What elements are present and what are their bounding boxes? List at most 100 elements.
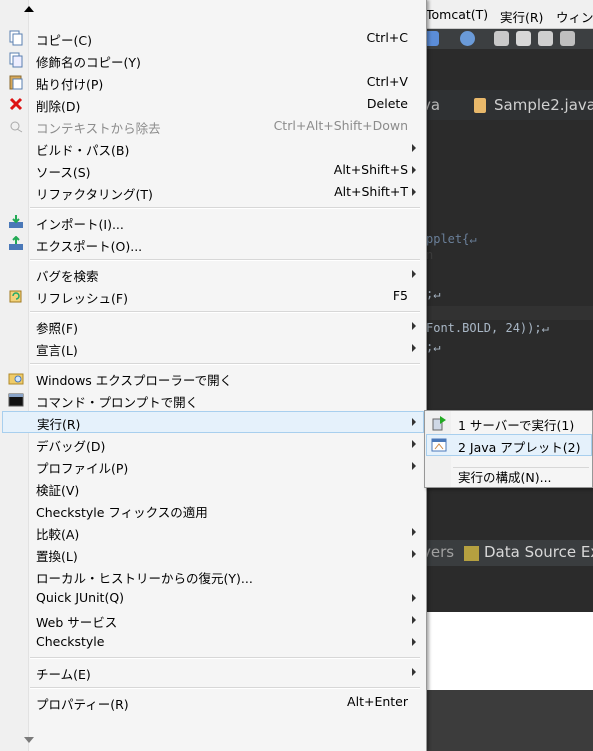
menu-item-remove-from-context[interactable]: コンテキストから除去 Ctrl+Alt+Shift+Down [2,115,424,137]
explorer-icon [8,373,24,385]
menu-item-label: 置換(L) [36,549,78,564]
scroll-down-arrow-icon[interactable] [24,737,34,743]
menu-item-label: 宣言(L) [36,343,78,358]
code-line: ;↵ [426,340,441,354]
current-line-highlight [420,306,593,320]
menu-item-run[interactable]: 実行(R) [2,411,424,433]
editor-tabbar: va Sample2.java [420,90,593,121]
menu-separator [30,259,420,261]
menu-item-refresh[interactable]: リフレッシュ(F) F5 [2,285,424,307]
paste-icon [9,75,23,90]
menu-item-validate[interactable]: 検証(V) [2,477,424,499]
menu-item-import[interactable]: インポート(I)... [2,211,424,233]
submenu-arrow-icon [412,440,416,448]
menu-item-copy-qualified[interactable]: 修飾名のコピー(Y) [2,49,424,71]
menu-item-shortcut: Ctrl+Alt+Shift+Down [273,118,408,133]
menu-item-profile[interactable]: プロファイル(P) [2,455,424,477]
menu-item-declarations[interactable]: 宣言(L) [2,337,424,359]
menu-item-shortcut: Delete [366,96,408,111]
editor-tab-sample2[interactable]: Sample2.java [494,96,593,114]
submenu-item-java-applet[interactable]: 2 Java アプレット(2) [426,434,592,456]
menu-item-label: コマンド・プロンプトで開く [36,395,199,410]
menu-item-open-command-prompt[interactable]: コマンド・プロンプトで開く [2,389,424,411]
menu-item-properties[interactable]: プロパティー(R) Alt+Enter [2,691,424,713]
view-tab-data-source[interactable]: Data Source Ex [484,543,593,561]
menu-item-label: 1 サーバーで実行(1) [458,418,575,433]
toolbar-globe-icon[interactable] [460,31,475,46]
menu-item-export[interactable]: エクスポート(O)... [2,233,424,255]
run-on-server-icon [432,416,446,431]
menu-item-open-explorer[interactable]: Windows エクスプローラーで開く [2,367,424,389]
menu-item-checkstyle-fix[interactable]: Checkstyle フィックスの適用 [2,499,424,521]
refresh-icon [9,290,22,303]
menu-item-label: Quick JUnit(Q) [36,590,125,605]
submenu-arrow-icon [412,550,416,558]
code-line: n [426,248,434,262]
submenu-arrow-icon [412,322,416,330]
menu-item-checkstyle[interactable]: Checkstyle [2,631,424,653]
java-applet-icon [431,438,447,452]
toolbar-edit-icon[interactable] [516,31,531,46]
context-menu: コピー(C) Ctrl+C 修飾名のコピー(Y) 貼り付け(P) Ctrl+V … [0,0,427,751]
toolbar-people-icon[interactable] [538,31,553,46]
eclipse-menubar: Tomcat(T) 実行(R) ウィン [420,0,593,29]
menu-separator [30,207,420,209]
menu-item-label: 検証(V) [36,483,80,498]
toolbar-pin-icon[interactable] [494,31,509,46]
menu-item-label: デバッグ(D) [36,439,106,454]
menu-item-label: 貼り付け(P) [36,77,104,92]
submenu-arrow-icon [412,638,416,646]
menu-separator [30,311,420,313]
menu-item-delete[interactable]: 削除(D) Delete [2,93,424,115]
menu-item-compare[interactable]: 比較(A) [2,521,424,543]
copy-qualified-icon [9,52,23,68]
menu-separator [30,363,420,365]
menu-item-label: リファクタリング(T) [36,187,153,202]
eclipse-toolbar [420,29,593,49]
submenu-arrow-icon [412,594,416,602]
menubar-run[interactable]: 実行(R) [500,7,543,26]
submenu-item-run-on-server[interactable]: 1 サーバーで実行(1) [426,412,592,434]
menubar-window[interactable]: ウィン [556,7,593,26]
menu-item-label: 2 Java アプレット(2) [458,440,581,455]
menu-separator [30,687,420,689]
menu-item-web-services[interactable]: Web サービス [2,609,424,631]
menu-separator [30,657,420,659]
export-icon [9,236,23,250]
menu-item-label: Windows エクスプローラーで開く [36,373,233,388]
status-area [420,690,593,751]
menu-item-replace[interactable]: 置換(L) [2,543,424,565]
menu-item-label: 実行(R) [37,417,81,432]
menu-item-label: コピー(C) [36,33,92,48]
menu-item-debug[interactable]: デバッグ(D) [2,433,424,455]
menubar-tomcat[interactable]: Tomcat(T) [426,7,488,22]
menu-item-quick-junit[interactable]: Quick JUnit(Q) [2,587,424,609]
submenu-item-run-configurations[interactable]: 実行の構成(N)... [426,464,592,486]
import-icon [9,215,23,228]
data-source-icon [464,546,479,561]
toolbar-tool-icon[interactable] [560,31,575,46]
menu-item-restore-local-history[interactable]: ローカル・ヒストリーからの復元(Y)... [2,565,424,587]
java-file-icon [474,98,486,113]
menu-item-label: Checkstyle [36,634,105,649]
menu-item-team[interactable]: チーム(E) [2,661,424,683]
submenu-arrow-icon [412,616,416,624]
menu-item-find-bugs[interactable]: バグを検索 [2,263,424,285]
menu-item-label: 比較(A) [36,527,80,542]
scroll-up-arrow-icon[interactable] [24,6,34,12]
menu-item-build-path[interactable]: ビルド・パス(B) [2,137,424,159]
code-line: Font.BOLD, 24));↵ [426,321,549,335]
menu-item-label: Web サービス [36,615,118,630]
menu-item-paste[interactable]: 貼り付け(P) Ctrl+V [2,71,424,93]
menu-item-shortcut: Ctrl+C [366,30,408,45]
menu-item-shortcut: Ctrl+V [366,74,408,89]
menu-item-label: ローカル・ヒストリーからの復元(Y)... [36,571,253,586]
menu-item-references[interactable]: 参照(F) [2,315,424,337]
code-line: ;↵ [426,287,441,301]
menu-item-shortcut: Alt+Shift+S [333,162,408,177]
menu-item-copy[interactable]: コピー(C) Ctrl+C [2,27,424,49]
menu-item-label: コンテキストから除去 [36,121,161,136]
menu-item-source[interactable]: ソース(S) Alt+Shift+S [2,159,424,181]
menu-item-refactor[interactable]: リファクタリング(T) Alt+Shift+T [2,181,424,203]
remove-context-icon [10,121,23,133]
